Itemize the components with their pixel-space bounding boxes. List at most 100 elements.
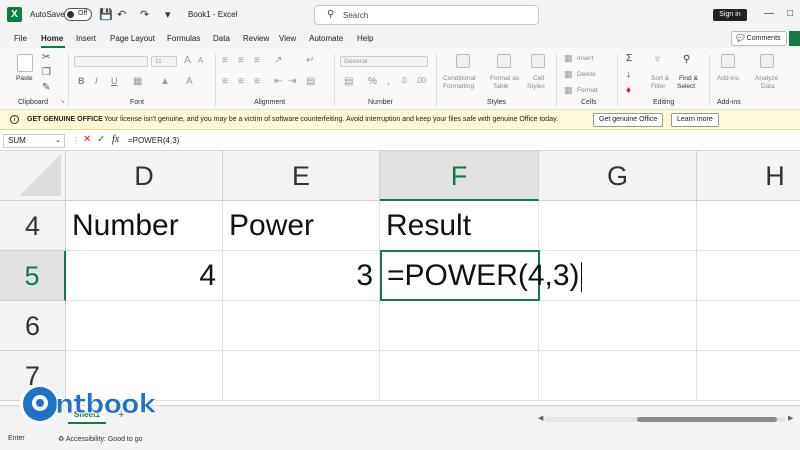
font-color-icon[interactable]: A (186, 76, 193, 87)
name-box[interactable]: SUM ⌄ (3, 134, 65, 148)
tab-help[interactable]: Help (357, 34, 373, 43)
sign-in-button[interactable]: Sign in (713, 9, 747, 21)
insert-cells-icon[interactable]: ▦ (564, 53, 573, 64)
insert-cells-label[interactable]: Insert (577, 55, 593, 63)
orientation-icon[interactable]: ↗ (274, 55, 282, 66)
search-box[interactable]: ⚲ Search (314, 5, 539, 25)
cell-d4[interactable]: Number (66, 201, 223, 251)
enter-icon[interactable]: ✓ (97, 134, 105, 145)
horizontal-scrollbar[interactable] (545, 417, 785, 422)
accounting-format-icon[interactable]: ▤ (344, 76, 353, 87)
autosave-toggle[interactable]: Off (64, 8, 92, 21)
format-cells-label[interactable]: Format (577, 87, 598, 95)
italic-button[interactable]: I (95, 77, 98, 86)
decrease-decimal-icon[interactable]: .00 (415, 76, 426, 85)
percent-style-button[interactable]: % (368, 77, 377, 87)
cell-f6[interactable] (380, 301, 539, 351)
format-painter-icon[interactable]: ✎ (42, 82, 50, 93)
fill-color-icon[interactable]: ▲ (160, 76, 170, 87)
cell-d5[interactable]: 4 (66, 251, 223, 301)
cell-h7[interactable] (697, 351, 800, 401)
bottom-align-icon[interactable]: ≡ (254, 55, 260, 66)
tab-home[interactable]: Home (41, 34, 63, 43)
decrease-font-icon[interactable]: A (198, 56, 203, 65)
scroll-left-icon[interactable]: ◀ (538, 414, 543, 422)
comments-button[interactable]: 💬 Comments (731, 31, 787, 46)
accessibility-status[interactable]: ♻ Accessibility: Good to go (58, 435, 143, 443)
top-align-icon[interactable]: ≡ (222, 55, 228, 66)
insert-function-icon[interactable]: fx (112, 134, 119, 145)
cell-f7[interactable] (380, 351, 539, 401)
column-header-h[interactable]: H (697, 151, 800, 201)
addins-icon[interactable] (721, 54, 735, 68)
delete-cells-label[interactable]: Delete (577, 71, 596, 79)
wrap-text-icon[interactable]: ↵ (306, 55, 314, 66)
cell-g7[interactable] (539, 351, 697, 401)
save-icon[interactable]: 💾 (99, 8, 113, 21)
bold-button[interactable]: B (78, 77, 85, 86)
cell-h5[interactable] (697, 251, 800, 301)
increase-indent-icon[interactable]: ⇥ (288, 76, 296, 87)
increase-font-icon[interactable]: A (184, 55, 191, 66)
cell-e4[interactable]: Power (223, 201, 380, 251)
cell-h4[interactable] (697, 201, 800, 251)
cell-h6[interactable] (697, 301, 800, 351)
underline-button[interactable]: U (111, 77, 118, 86)
conditional-formatting-icon[interactable] (456, 54, 470, 68)
copy-icon[interactable]: ❐ (42, 67, 51, 78)
align-right-icon[interactable]: ≡ (254, 76, 260, 87)
tab-insert[interactable]: Insert (76, 34, 96, 43)
clear-icon[interactable]: ♦ (626, 85, 631, 96)
tab-file[interactable]: File (14, 34, 27, 43)
font-size-select[interactable]: 11 (151, 56, 177, 67)
cell-d6[interactable] (66, 301, 223, 351)
cell-e6[interactable] (223, 301, 380, 351)
column-header-f[interactable]: F (380, 151, 539, 201)
align-left-icon[interactable]: ≡ (222, 76, 228, 87)
row-header-6[interactable]: 6 (0, 301, 66, 351)
decrease-indent-icon[interactable]: ⇤ (274, 76, 282, 87)
find-select-icon[interactable]: ⚲ (683, 54, 690, 65)
format-as-table-icon[interactable] (497, 54, 511, 68)
number-format-select[interactable]: General (340, 56, 428, 67)
formula-input[interactable]: =POWER(4,3) (128, 136, 179, 145)
tab-automate[interactable]: Automate (309, 34, 343, 43)
tab-data[interactable]: Data (213, 34, 230, 43)
get-genuine-office-button[interactable]: Get genuine Office (593, 113, 664, 127)
fill-icon[interactable]: ↓ (626, 69, 631, 80)
tab-page-layout[interactable]: Page Layout (110, 34, 155, 43)
minimize-icon[interactable]: — (764, 8, 774, 19)
sort-filter-icon[interactable]: ▿ (655, 54, 660, 65)
analyze-data-icon[interactable] (760, 54, 774, 68)
column-header-e[interactable]: E (223, 151, 380, 201)
share-button[interactable] (789, 31, 800, 46)
column-header-d[interactable]: D (66, 151, 223, 201)
autosum-icon[interactable]: Σ (626, 53, 632, 64)
cell-f5-active[interactable]: =POWER(4,3) (380, 250, 582, 301)
tab-formulas[interactable]: Formulas (167, 34, 200, 43)
font-name-select[interactable] (74, 56, 148, 67)
restore-icon[interactable]: □ (787, 8, 793, 19)
scrollbar-thumb[interactable] (637, 417, 777, 422)
cell-f4[interactable]: Result (380, 201, 539, 251)
comma-style-icon[interactable]: , (387, 76, 390, 87)
borders-icon[interactable]: ▦ (133, 76, 142, 87)
chevron-down-icon[interactable]: ⌄ (55, 135, 61, 147)
cancel-icon[interactable]: ✕ (83, 134, 91, 145)
paste-icon[interactable] (17, 54, 33, 72)
learn-more-button[interactable]: Learn more (671, 113, 719, 127)
select-all-corner[interactable] (0, 151, 66, 201)
column-header-g[interactable]: G (539, 151, 697, 201)
row-header-4[interactable]: 4 (0, 201, 66, 251)
customize-toolbar-icon[interactable]: ▾ (165, 8, 171, 21)
row-header-5[interactable]: 5 (0, 251, 66, 301)
merge-center-icon[interactable]: ▤ (306, 76, 315, 87)
cell-g4[interactable] (539, 201, 697, 251)
cell-e7[interactable] (223, 351, 380, 401)
cell-g6[interactable] (539, 301, 697, 351)
increase-decimal-icon[interactable]: .0 (400, 76, 407, 85)
delete-cells-icon[interactable]: ▦ (564, 69, 573, 80)
undo-icon[interactable]: ↶ (117, 8, 126, 21)
scroll-right-icon[interactable]: ▶ (788, 414, 793, 422)
redo-icon[interactable]: ↷ (140, 8, 149, 21)
